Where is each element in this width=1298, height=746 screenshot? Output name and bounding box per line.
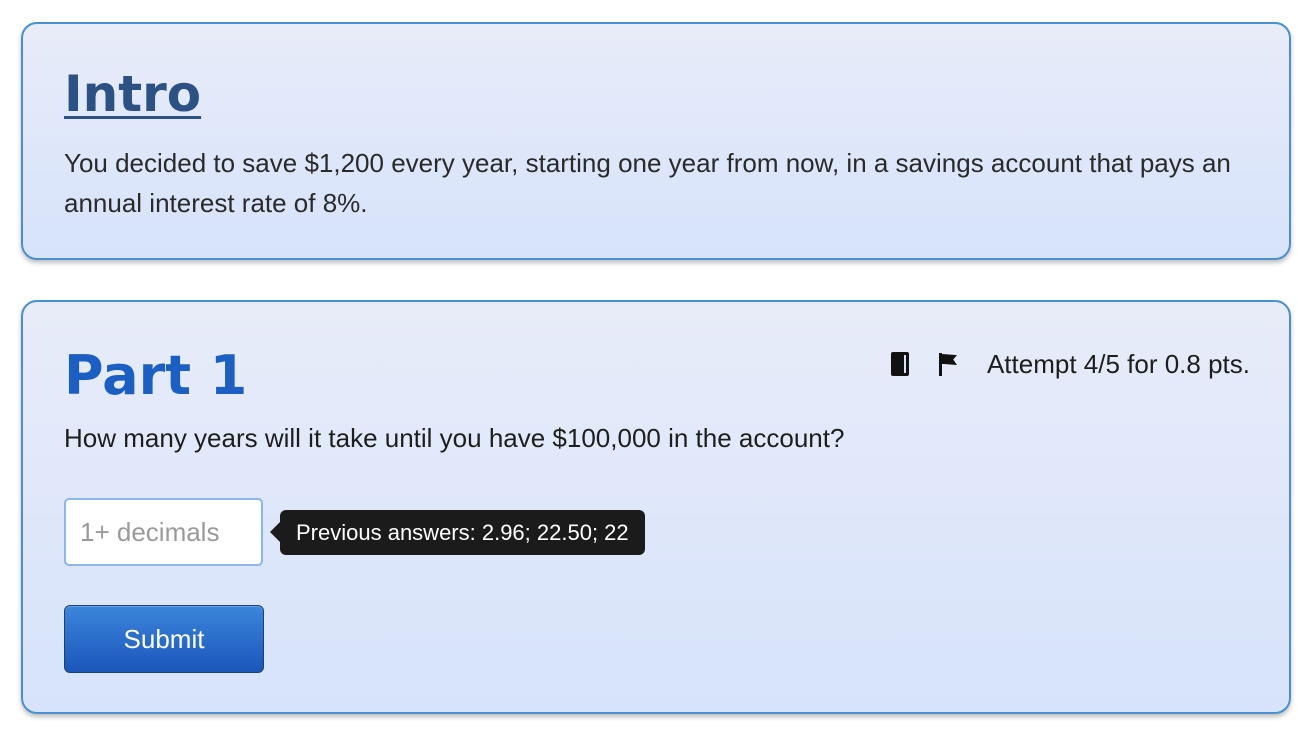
part-title: Part 1 xyxy=(64,344,248,407)
intro-card: Intro You decided to save $1,200 every y… xyxy=(21,22,1291,260)
attempt-info: Attempt 4/5 for 0.8 pts. xyxy=(890,346,1250,382)
intro-title[interactable]: Intro xyxy=(64,69,201,119)
tooltip-arrow xyxy=(270,522,280,542)
book-icon[interactable] xyxy=(890,352,909,376)
previous-answers-text: Previous answers: 2.96; 22.50; 22 xyxy=(296,520,629,545)
part-1-card: Part 1 Attempt 4/5 for 0.8 pts. How many… xyxy=(21,300,1291,714)
answer-input[interactable] xyxy=(64,498,263,566)
submit-button[interactable]: Submit xyxy=(64,605,264,673)
question-text: How many years will it take until you ha… xyxy=(64,423,845,453)
attempt-label: Attempt 4/5 for 0.8 pts. xyxy=(986,348,1250,379)
intro-text: You decided to save $1,200 every year, s… xyxy=(64,148,1231,218)
flag-icon[interactable] xyxy=(937,352,959,376)
previous-answers-tooltip: Previous answers: 2.96; 22.50; 22 xyxy=(270,510,645,555)
